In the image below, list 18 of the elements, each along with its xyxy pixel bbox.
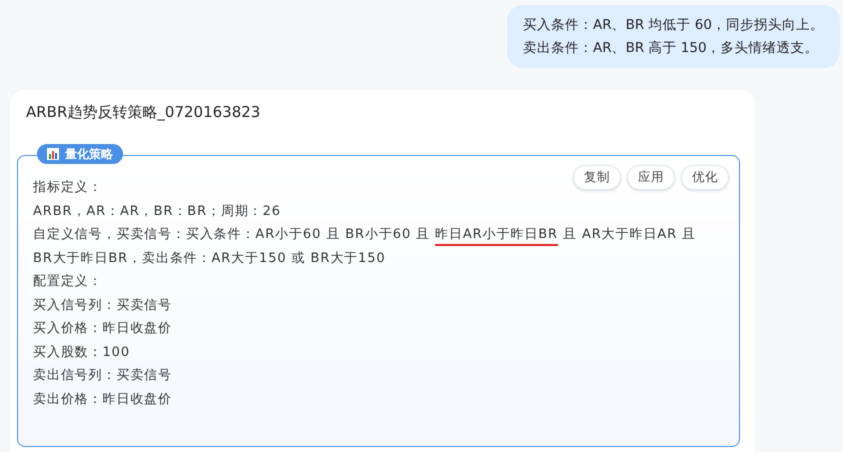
strategy-line: 卖出信号列：买卖信号 xyxy=(33,367,172,385)
message-text: 卖出条件：AR、BR 高于 150，多头情绪透支。 xyxy=(522,39,820,58)
strategy-line: 卖出价格：昨日收盘价 xyxy=(33,390,172,408)
bar-chart-icon xyxy=(47,148,59,160)
strategy-line: ARBR，AR：AR，BR：BR；周期：26 xyxy=(33,202,281,220)
strategy-line: 买入信号列：买卖信号 xyxy=(33,296,172,314)
strategy-line: 买入价格：昨日收盘价 xyxy=(33,320,172,338)
strategy-line: 配置定义： xyxy=(33,273,102,291)
action-button[interactable]: 应用 xyxy=(627,165,675,190)
message-text: 买入条件：AR、BR 均低于 60，同步拐头向上。 xyxy=(522,16,824,35)
badge-label: 量化策略 xyxy=(65,146,113,163)
strategy-line: 指标定义： xyxy=(33,179,102,197)
strategy-line: BR大于昨日BR，卖出条件：AR大于150 或 BR大于150 xyxy=(33,250,386,268)
strategy-line: 买入股数：100 xyxy=(33,344,130,362)
action-button[interactable]: 优化 xyxy=(681,165,729,190)
strategy-line: 自定义信号，买卖信号：买入条件：AR小于60 且 BR小于60 且 昨日AR小于昨日BR 且 AR大于昨日AR 且 xyxy=(33,223,696,246)
action-button[interactable]: 复制 xyxy=(573,165,621,190)
reply-title: ARBR趋势反转策略_0720163823 xyxy=(25,102,260,122)
